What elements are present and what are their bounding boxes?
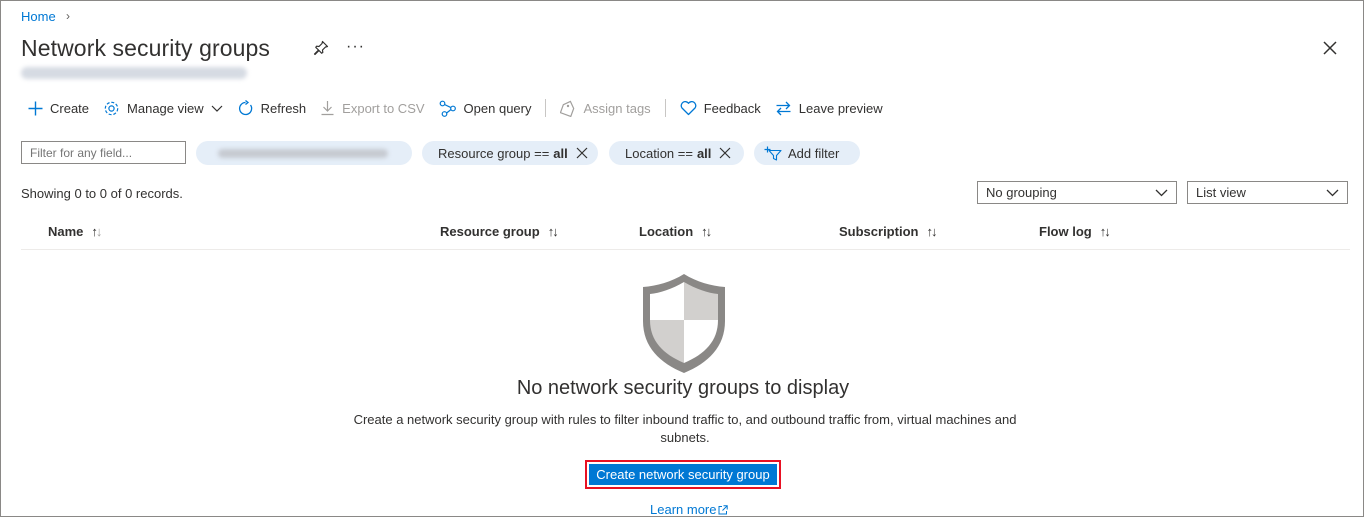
plus-icon: [28, 101, 43, 115]
column-header-label: Name: [48, 224, 84, 239]
column-header-location[interactable]: Location ↑↓: [639, 224, 712, 239]
gear-icon: [104, 101, 119, 115]
open-query-label: Open query: [463, 100, 532, 116]
refresh-icon: [238, 99, 252, 115]
location-filter-value: all: [696, 145, 712, 161]
chevron-down-icon: [211, 105, 223, 112]
column-header-label: Location: [639, 224, 694, 239]
resource-group-filter-pill[interactable]: Resource group == all: [422, 141, 598, 165]
sort-icon[interactable]: ↑↓: [1100, 224, 1111, 239]
learn-more-label: Learn more: [650, 502, 717, 517]
view-value: List view: [1196, 185, 1246, 200]
remove-filter-icon[interactable]: [719, 147, 731, 159]
header-divider: [21, 249, 1350, 250]
open-query-button[interactable]: Open query: [439, 97, 532, 119]
download-icon: [321, 101, 334, 116]
add-filter-icon: [764, 146, 782, 161]
location-filter-label: Location ==: [625, 145, 693, 161]
column-header-resource-group[interactable]: Resource group ↑↓: [440, 224, 559, 239]
manage-view-label: Manage view: [127, 100, 204, 116]
learn-more-link[interactable]: Learn more: [650, 502, 729, 517]
location-filter-pill[interactable]: Location == all: [609, 141, 744, 165]
leave-preview-button[interactable]: Leave preview: [775, 97, 883, 119]
empty-state-description: Create a network security group with rul…: [353, 412, 1017, 445]
toolbar-divider: [545, 99, 547, 117]
subscription-filter-pill[interactable]: [196, 141, 412, 165]
page-title: Network security groups: [21, 35, 270, 61]
refresh-button[interactable]: Refresh: [237, 97, 307, 119]
blurred-subtitle: [21, 67, 247, 79]
breadcrumb-chevron: ›: [66, 9, 70, 23]
grouping-dropdown[interactable]: No grouping: [977, 181, 1177, 204]
command-bar: Create Manage view Refresh Export to CSV…: [28, 97, 897, 119]
column-header-label: Flow log: [1039, 224, 1092, 239]
heart-icon: [680, 100, 697, 115]
manage-view-button[interactable]: Manage view: [103, 97, 223, 119]
export-csv-label: Export to CSV: [342, 100, 425, 116]
chevron-down-icon: [1326, 189, 1339, 197]
leave-preview-label: Leave preview: [798, 100, 883, 116]
column-header-label: Resource group: [440, 224, 540, 239]
add-filter-button[interactable]: Add filter: [754, 141, 860, 165]
query-graph-icon: [439, 100, 456, 117]
add-filter-label: Add filter: [788, 145, 840, 161]
column-header-label: Subscription: [839, 224, 919, 239]
chevron-down-icon: [1155, 189, 1168, 197]
close-icon[interactable]: [1322, 40, 1338, 56]
pin-icon[interactable]: [313, 40, 329, 56]
create-nsg-button[interactable]: Create network security group: [589, 464, 777, 485]
blurred-subscription-text: [218, 149, 388, 158]
assign-tags-button[interactable]: Assign tags: [560, 97, 651, 119]
feedback-label: Feedback: [703, 100, 761, 116]
resource-group-filter-label: Resource group ==: [438, 145, 550, 161]
breadcrumb-home[interactable]: Home: [21, 9, 56, 24]
more-options-icon[interactable]: ···: [346, 38, 365, 56]
highlight-box: Create network security group: [585, 460, 781, 489]
grouping-value: No grouping: [986, 185, 1057, 200]
tag-icon: [560, 100, 575, 117]
sort-icon[interactable]: ↑↓: [926, 224, 937, 239]
shield-icon: [643, 274, 725, 373]
empty-state-title: No network security groups to display: [516, 377, 850, 399]
sort-icon[interactable]: ↑↓: [701, 224, 712, 239]
create-button[interactable]: Create: [28, 97, 89, 119]
toolbar-divider: [664, 99, 666, 117]
column-header-name[interactable]: Name ↑↓: [48, 224, 102, 239]
export-csv-button[interactable]: Export to CSV: [320, 97, 425, 119]
view-dropdown[interactable]: List view: [1187, 181, 1348, 204]
sort-icon[interactable]: ↑↓: [91, 224, 102, 239]
switch-arrows-icon: [776, 101, 791, 115]
filter-input[interactable]: [21, 141, 186, 164]
create-label: Create: [50, 100, 90, 116]
external-link-icon: [718, 504, 729, 514]
column-header-subscription[interactable]: Subscription ↑↓: [839, 224, 937, 239]
feedback-button[interactable]: Feedback: [680, 97, 761, 119]
refresh-label: Refresh: [260, 100, 307, 116]
remove-filter-icon[interactable]: [576, 147, 588, 159]
assign-tags-label: Assign tags: [583, 100, 651, 116]
resource-group-filter-value: all: [553, 145, 568, 161]
record-count: Showing 0 to 0 of 0 records.: [21, 186, 183, 201]
sort-icon[interactable]: ↑↓: [548, 224, 559, 239]
column-header-flow-log[interactable]: Flow log ↑↓: [1039, 224, 1111, 239]
